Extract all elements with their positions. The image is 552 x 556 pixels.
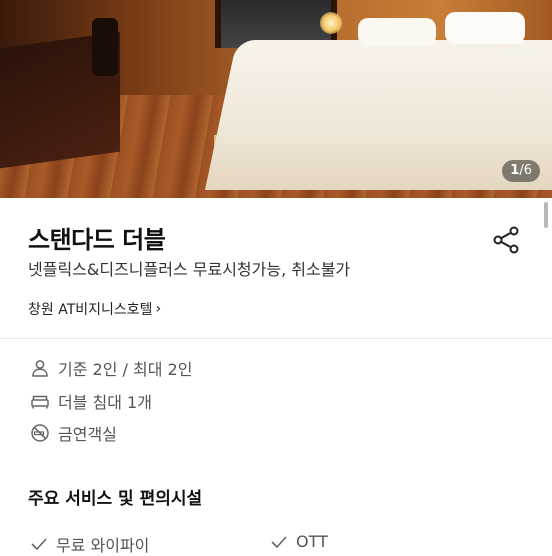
- amenity-item: 무료 와이파이: [30, 532, 149, 556]
- photo-chair: [92, 18, 118, 76]
- bed-icon: [31, 395, 49, 409]
- photo-counter-total: 6: [523, 163, 532, 178]
- smoking-text: 금연객실: [58, 425, 117, 444]
- check-icon: [31, 538, 47, 551]
- share-button[interactable]: [488, 222, 524, 258]
- services-title: 주요 서비스 및 편의시설: [28, 489, 203, 509]
- occupancy-info: 기준 2인 / 최대 2인: [30, 356, 192, 380]
- divider: [0, 338, 552, 339]
- no-smoking-icon: [31, 424, 49, 442]
- person-icon: [32, 360, 48, 377]
- chevron-right-icon: ›: [155, 301, 162, 317]
- amenity-label: 무료 와이파이: [56, 536, 150, 555]
- bed-text: 더블 침대 1개: [58, 393, 152, 412]
- photo-pillow: [358, 18, 436, 46]
- amenity-label: OTT: [296, 532, 328, 551]
- photo-lamp: [320, 12, 342, 34]
- hotel-link[interactable]: 창원 AT비지니스호텔 ›: [28, 299, 161, 319]
- scrollbar[interactable]: [544, 202, 548, 228]
- check-icon: [271, 535, 287, 548]
- room-photo[interactable]: 1/6: [0, 0, 552, 198]
- photo-pillow: [445, 12, 525, 44]
- photo-counter: 1/6: [502, 160, 540, 182]
- photo-bed: [205, 40, 552, 190]
- room-subtitle: 넷플릭스&디즈니플러스 무료시청가능, 취소불가: [28, 260, 351, 279]
- smoking-info: 금연객실: [30, 421, 117, 445]
- occupancy-text: 기준 2인 / 최대 2인: [58, 360, 193, 379]
- hotel-name: 창원 AT비지니스호텔: [28, 302, 153, 318]
- room-title: 스탠다드 더블: [28, 226, 166, 254]
- share-icon: [493, 226, 519, 254]
- photo-counter-current: 1: [510, 163, 520, 178]
- amenity-item: OTT: [270, 532, 328, 551]
- bed-info: 더블 침대 1개: [30, 389, 152, 413]
